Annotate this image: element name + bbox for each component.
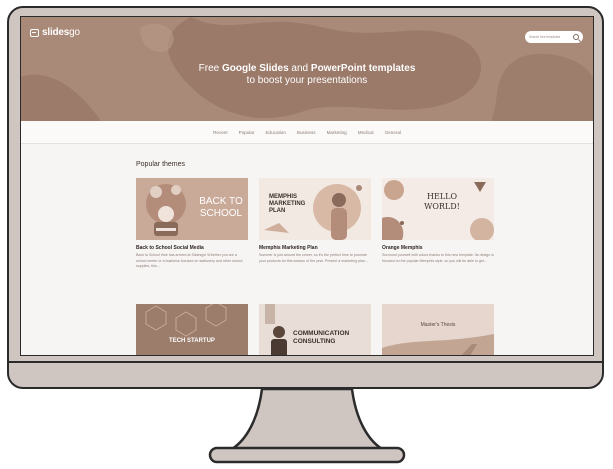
nav-item-popular[interactable]: Popular xyxy=(239,130,255,135)
logo-text: slides xyxy=(42,27,70,38)
theme-thumbnail[interactable]: Master's Thesis xyxy=(382,304,494,355)
card-description: Surround yourself with colors thanks to … xyxy=(382,253,494,263)
card-description: Back to School time has arrived at Slide… xyxy=(136,253,243,268)
theme-thumbnail[interactable]: COMMUNICATION CONSULTING xyxy=(259,304,371,355)
search-input[interactable]: Search free templates xyxy=(525,31,583,43)
thumb-text-line1: HELLO xyxy=(427,192,457,201)
theme-card[interactable]: TECH STARTUP xyxy=(136,304,248,355)
thumb-text-line1: TECH STARTUP xyxy=(169,338,215,344)
hero-line1-powerpoint: PowerPoint templates xyxy=(310,63,416,74)
slides-logo-icon xyxy=(30,28,39,37)
nav-item-marketing[interactable]: Marketing xyxy=(327,130,347,135)
theme-card[interactable]: Master's Thesis xyxy=(382,304,494,355)
thumb-text-line2: SCHOOL xyxy=(199,208,243,219)
nav-item-business[interactable]: Business xyxy=(297,130,316,135)
card-title[interactable]: Back to School Social Media xyxy=(136,245,248,251)
tech-startup-pattern xyxy=(145,304,227,337)
thumb-text-line2: MARKETING xyxy=(269,201,306,207)
search-icon[interactable] xyxy=(573,34,579,40)
hero-headline: Free Google Slides and PowerPoint templa… xyxy=(21,63,593,87)
section-title: Popular themes xyxy=(136,161,186,168)
theme-thumbnail[interactable]: MEMPHIS MARKETING PLAN xyxy=(259,178,371,240)
hero-line1-mid: and xyxy=(288,63,311,74)
card-title[interactable]: Orange Memphis xyxy=(382,245,494,251)
thumb-text-line2: CONSULTING xyxy=(293,338,336,345)
category-nav: Recent Popular Education Business Market… xyxy=(21,121,593,144)
nav-item-education[interactable]: Education xyxy=(265,130,285,135)
theme-card[interactable]: HELLO WORLD! Orange Memphis Surround you… xyxy=(382,178,494,264)
thumb-text-line1: MEMPHIS xyxy=(269,194,298,200)
hero-line1-pre: Free xyxy=(198,63,222,74)
card-description: Summer is just around the corner, so it'… xyxy=(259,253,368,263)
theme-thumbnail[interactable]: BACK TO SCHOOL xyxy=(136,178,248,240)
theme-card[interactable]: MEMPHIS MARKETING PLAN Memphis Marketing… xyxy=(259,178,371,264)
nav-item-general[interactable]: General xyxy=(385,130,401,135)
thumb-text-line3: PLAN xyxy=(269,208,286,214)
logo-suffix: go xyxy=(69,27,80,38)
thumb-text-line1: BACK TO xyxy=(199,196,243,207)
nav-item-recent[interactable]: Recent xyxy=(213,130,228,135)
theme-card[interactable]: COMMUNICATION CONSULTING xyxy=(259,304,371,355)
theme-card[interactable]: BACK TO SCHOOL Back to School Social Med… xyxy=(136,178,248,270)
theme-thumbnail[interactable]: HELLO WORLD! xyxy=(382,178,494,240)
search-placeholder: Search free templates xyxy=(529,35,561,39)
hero-line2: to boost your presentations xyxy=(246,75,368,86)
slidesgo-logo[interactable]: slides go xyxy=(30,27,80,38)
hero-line1-google: Google Slides xyxy=(221,63,289,74)
thumb-text-line2: WORLD! xyxy=(424,202,460,211)
card-title[interactable]: Memphis Marketing Plan xyxy=(259,245,371,251)
nav-item-medical[interactable]: Medical xyxy=(358,130,374,135)
hero-banner: slides go Search free templates Free Goog… xyxy=(21,17,593,121)
thumb-text-line1: Master's Thesis xyxy=(420,322,456,328)
masters-thesis-landscape xyxy=(382,334,494,355)
monitor-screen: slides go Search free templates Free Goog… xyxy=(20,16,594,356)
thumb-text-line1: COMMUNICATION xyxy=(293,330,350,337)
theme-thumbnail[interactable]: TECH STARTUP xyxy=(136,304,248,355)
